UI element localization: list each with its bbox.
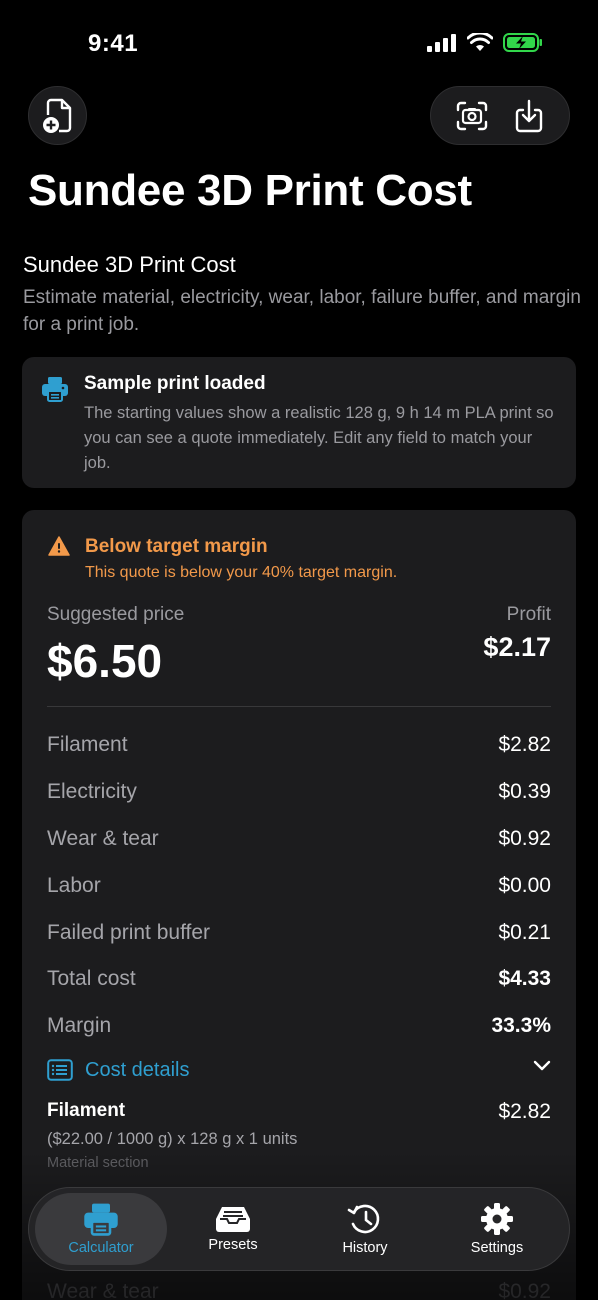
profit-value: $2.17 [483, 632, 551, 662]
detail-formula: ($22.00 / 1000 g) x 128 g x 1 units [47, 1130, 298, 1148]
intro-title: Sundee 3D Print Cost [23, 252, 236, 277]
suggested-price-label: Suggested price [47, 604, 185, 625]
camera-scan-icon [456, 101, 487, 130]
tab-label: History [342, 1240, 388, 1256]
document-add-icon [42, 98, 71, 133]
camera-button[interactable] [450, 94, 494, 138]
detail-section: Material section [47, 1155, 149, 1171]
new-document-button[interactable] [28, 86, 87, 145]
cost-row-label: Filament [47, 733, 128, 757]
tab-label: Calculator [68, 1240, 134, 1256]
cost-row-electricity: Electricity $0.39 [47, 769, 551, 816]
detail-title: Filament [47, 1100, 126, 1121]
sample-notice-card: Sample print loaded The starting values … [22, 357, 576, 488]
printer-icon [84, 1203, 118, 1236]
detail-amount: $0.92 [498, 1280, 551, 1300]
warning-icon [48, 536, 70, 556]
list-icon [47, 1059, 73, 1081]
cost-row-total: Total cost $4.33 [47, 956, 551, 1003]
battery-icon [503, 33, 542, 52]
warning-text: This quote is below your 40% target marg… [85, 564, 398, 581]
top-actions [430, 86, 570, 145]
tab-settings[interactable]: Settings [431, 1193, 563, 1265]
page-title: Sundee 3D Print Cost [28, 166, 472, 215]
tray-icon [216, 1207, 250, 1232]
history-icon [347, 1204, 380, 1234]
download-icon [515, 99, 542, 132]
signal-icon [427, 33, 456, 52]
cost-row-value: $0.00 [498, 873, 551, 897]
cost-row-label: Labor [47, 873, 101, 897]
cost-breakdown: Filament $2.82 Electricity $0.39 Wear & … [47, 722, 551, 1050]
cost-row-label: Total cost [47, 967, 136, 991]
detail-item-filament: Filament $2.82 ($22.00 / 1000 g) x 128 g… [47, 1100, 551, 1171]
cost-row-wear: Wear & tear $0.92 [47, 816, 551, 863]
cost-row-filament: Filament $2.82 [47, 722, 551, 769]
cost-row-failure-buffer: Failed print buffer $0.21 [47, 909, 551, 956]
warning-title: Below target margin [85, 536, 268, 557]
detail-item-wear: Wear & tear $0.92 [47, 1280, 551, 1300]
cost-row-margin: Margin 33.3% [47, 1003, 551, 1050]
divider [47, 706, 551, 707]
cost-row-value: 33.3% [491, 1014, 551, 1038]
cost-details-label: Cost details [85, 1058, 190, 1081]
sample-title: Sample print loaded [84, 373, 266, 394]
tab-label: Settings [470, 1240, 524, 1256]
status-icons [427, 33, 543, 52]
profit-label: Profit [506, 604, 551, 625]
chevron-down-icon [533, 1060, 551, 1071]
tab-presets[interactable]: Presets [167, 1193, 299, 1265]
tab-calculator[interactable]: Calculator [35, 1193, 167, 1265]
intro-description: Estimate material, electricity, wear, la… [23, 287, 581, 335]
cost-row-label: Failed print buffer [47, 920, 211, 944]
status-time: 9:41 [88, 30, 139, 57]
sample-text: The starting values show a realistic 128… [84, 404, 554, 472]
cost-row-label: Electricity [47, 780, 137, 804]
status-bar: 9:41 [0, 0, 598, 90]
detail-title: Wear & tear [47, 1280, 159, 1300]
cost-row-value: $0.92 [498, 826, 551, 850]
cost-row-value: $4.33 [498, 967, 551, 991]
cost-row-label: Margin [47, 1014, 112, 1038]
cost-row-labor: Labor $0.00 [47, 862, 551, 909]
gear-icon [481, 1203, 513, 1235]
tab-bar: Calculator Presets History Settings [28, 1187, 570, 1271]
tab-label: Presets [208, 1237, 258, 1253]
cost-row-value: $0.21 [498, 920, 551, 944]
quote-card: Below target margin This quote is below … [22, 510, 576, 1300]
cost-row-label: Wear & tear [47, 826, 159, 850]
printer-icon [42, 377, 68, 402]
wifi-icon [467, 33, 493, 51]
tab-history[interactable]: History [299, 1193, 431, 1265]
cost-row-value: $0.39 [498, 780, 551, 804]
cost-row-value: $2.82 [498, 733, 551, 757]
export-button[interactable] [507, 94, 551, 138]
detail-amount: $2.82 [498, 1100, 551, 1123]
cost-details-toggle[interactable]: Cost details [47, 1056, 551, 1084]
suggested-price-value: $6.50 [47, 635, 163, 687]
